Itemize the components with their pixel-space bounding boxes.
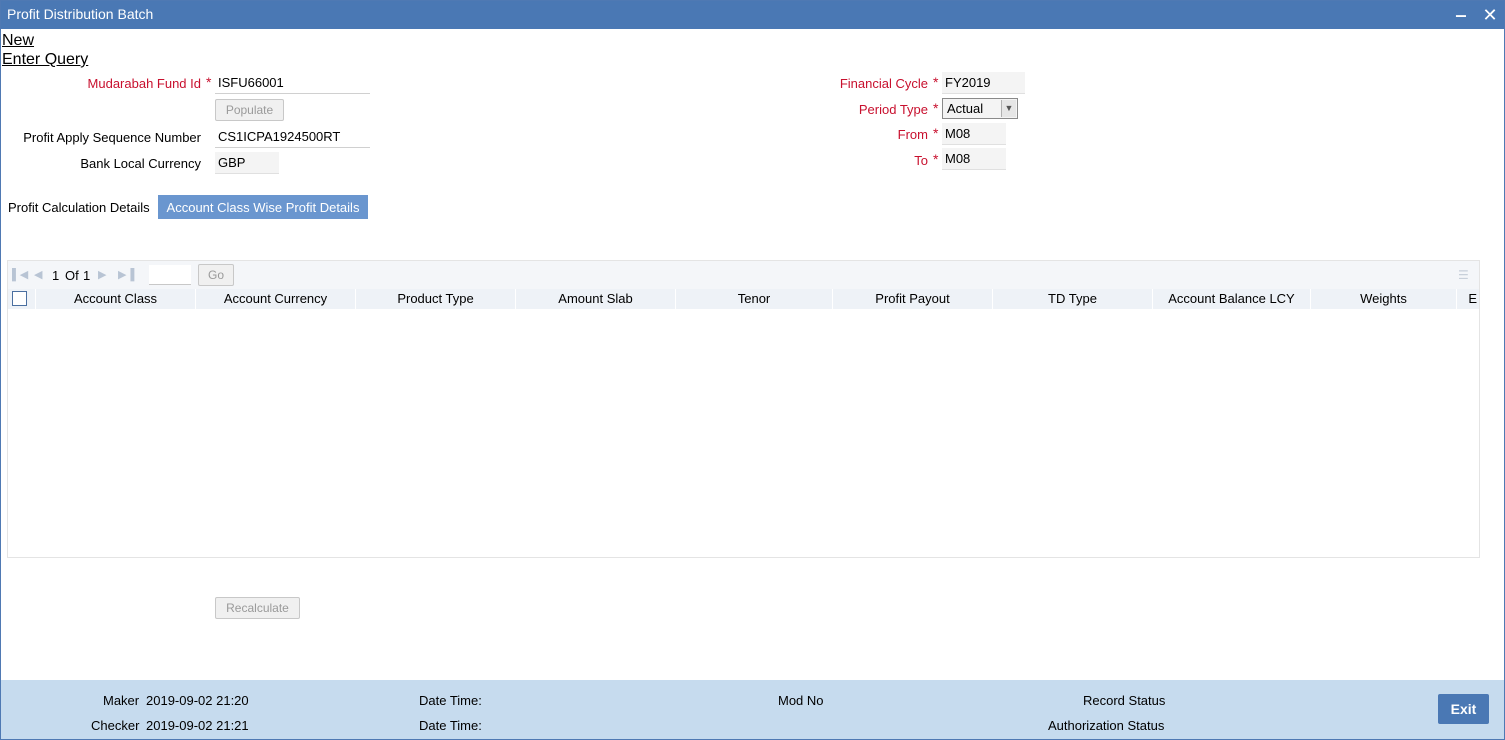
- page-current: 1: [52, 268, 60, 283]
- select-all-checkbox[interactable]: [12, 291, 27, 306]
- required-marker: *: [933, 151, 939, 167]
- required-marker: *: [933, 100, 939, 116]
- last-page-icon[interactable]: ▶▐: [118, 268, 134, 281]
- maker-value: 2019-09-02 21:20: [146, 693, 249, 708]
- new-link[interactable]: New: [2, 32, 34, 50]
- column-menu-icon[interactable]: ☰: [1458, 268, 1469, 282]
- period-type-value: Actual: [947, 101, 984, 116]
- mudarabah-fund-id-label: Mudarabah Fund Id: [87, 76, 201, 91]
- close-icon[interactable]: ✕: [1479, 4, 1501, 26]
- mod-no-label: Mod No: [778, 693, 824, 708]
- period-type-select[interactable]: Actual ▼: [942, 98, 1018, 119]
- required-marker: *: [933, 74, 939, 90]
- column-header-td-type[interactable]: TD Type: [993, 289, 1153, 309]
- profit-apply-seq-label: Profit Apply Sequence Number: [23, 130, 201, 145]
- to-field[interactable]: M08: [942, 148, 1006, 170]
- mudarabah-fund-id-field[interactable]: ISFU66001: [215, 72, 370, 94]
- prev-page-icon[interactable]: ◀: [34, 268, 42, 281]
- financial-cycle-label: Financial Cycle: [839, 76, 928, 91]
- grid-header-row: Account Class Account Currency Product T…: [8, 289, 1479, 309]
- bank-local-currency-label: Bank Local Currency: [80, 156, 201, 171]
- tab-profit-calculation-details[interactable]: Profit Calculation Details: [2, 195, 156, 219]
- checker-value: 2019-09-02 21:21: [146, 718, 249, 733]
- profit-apply-seq-field[interactable]: CS1ICPA1924500RT: [215, 126, 370, 148]
- window-title: Profit Distribution Batch: [7, 6, 154, 22]
- profit-details-grid: ▌◀ ◀ 1 Of 1 ▶ ▶▐ Go ☰ Account Class Acco…: [7, 260, 1480, 558]
- audit-footer: Maker 2019-09-02 21:20 Checker 2019-09-0…: [1, 680, 1504, 739]
- required-marker: *: [933, 125, 939, 141]
- exit-button[interactable]: Exit: [1438, 694, 1489, 724]
- tab-account-class-wise-profit-details[interactable]: Account Class Wise Profit Details: [158, 195, 368, 219]
- column-header-tenor[interactable]: Tenor: [676, 289, 833, 309]
- column-header-amount-slab[interactable]: Amount Slab: [516, 289, 676, 309]
- column-header-account-currency[interactable]: Account Currency: [196, 289, 356, 309]
- maker-label: Maker: [103, 693, 140, 708]
- record-status-label: Record Status: [1083, 693, 1166, 708]
- page-total: 1: [83, 268, 91, 283]
- title-bar: Profit Distribution Batch ‒ ✕: [1, 1, 1504, 29]
- authorization-status-label: Authorization Status: [1048, 718, 1165, 733]
- period-type-label: Period Type: [858, 102, 928, 117]
- column-header-weights[interactable]: Weights: [1311, 289, 1457, 309]
- first-page-icon[interactable]: ▌◀: [12, 268, 28, 281]
- column-header-account-balance-lcy[interactable]: Account Balance LCY: [1153, 289, 1311, 309]
- chevron-down-icon[interactable]: ▼: [1001, 100, 1016, 117]
- checker-label: Checker: [91, 718, 140, 733]
- select-all-cell: [8, 289, 36, 309]
- populate-button[interactable]: Populate: [215, 99, 284, 121]
- page-number-input[interactable]: [149, 265, 191, 285]
- profit-distribution-window: Profit Distribution Batch ‒ ✕ New Enter …: [0, 0, 1505, 740]
- minimize-icon[interactable]: ‒: [1450, 4, 1472, 26]
- checker-date-time-label: Date Time:: [419, 718, 482, 733]
- maker-date-time-label: Date Time:: [419, 693, 482, 708]
- column-header-profit-payout[interactable]: Profit Payout: [833, 289, 993, 309]
- to-label: To: [914, 153, 928, 168]
- column-header-account-class[interactable]: Account Class: [36, 289, 196, 309]
- page-of-label: Of: [65, 268, 79, 283]
- required-marker: *: [206, 74, 212, 90]
- from-label: From: [897, 127, 928, 142]
- enter-query-link[interactable]: Enter Query: [2, 51, 88, 69]
- go-button[interactable]: Go: [198, 264, 234, 286]
- from-field[interactable]: M08: [942, 123, 1006, 145]
- financial-cycle-field[interactable]: FY2019: [942, 72, 1025, 94]
- next-page-icon[interactable]: ▶: [98, 268, 106, 281]
- column-header-product-type[interactable]: Product Type: [356, 289, 516, 309]
- bank-local-currency-field[interactable]: GBP: [215, 152, 279, 174]
- column-header-truncated[interactable]: E: [1457, 289, 1479, 309]
- recalculate-button[interactable]: Recalculate: [215, 597, 300, 619]
- grid-pager: ▌◀ ◀ 1 Of 1 ▶ ▶▐ Go ☰: [8, 261, 1479, 289]
